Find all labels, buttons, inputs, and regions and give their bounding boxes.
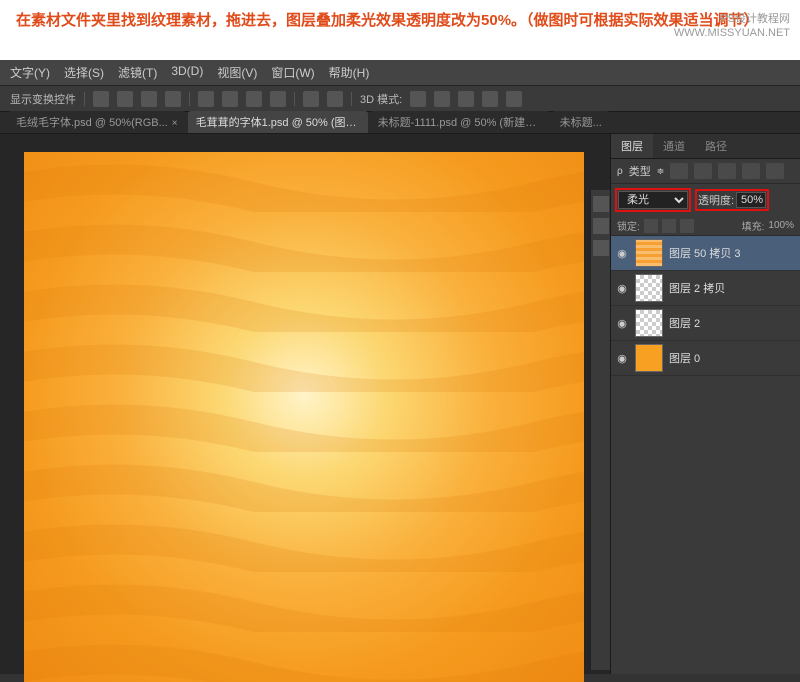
- align-icon[interactable]: [117, 91, 133, 107]
- menu-window[interactable]: 窗口(W): [271, 64, 314, 81]
- menu-3d[interactable]: 3D(D): [171, 64, 203, 81]
- menu-select[interactable]: 选择(S): [64, 64, 104, 81]
- kind-label: 类型: [629, 163, 651, 179]
- distribute-icon[interactable]: [198, 91, 214, 107]
- layer-name[interactable]: 图层 50 拷贝 3: [669, 245, 741, 261]
- collapsed-panel-icon[interactable]: [593, 240, 609, 256]
- tab-channels[interactable]: 通道: [653, 134, 695, 158]
- 3d-icon[interactable]: [482, 91, 498, 107]
- options-bar: 显示变换控件 3D 模式:: [0, 86, 800, 112]
- opacity-highlight: 透明度:: [695, 189, 769, 211]
- collapsed-panel-icon[interactable]: [593, 196, 609, 212]
- distribute-icon[interactable]: [246, 91, 262, 107]
- separator: [189, 92, 190, 106]
- layer-name[interactable]: 图层 0: [669, 350, 700, 366]
- distribute-icon[interactable]: [270, 91, 286, 107]
- blend-mode-highlight: 柔光: [615, 188, 691, 212]
- filter-shape-icon[interactable]: [742, 163, 760, 179]
- 3d-icon[interactable]: [506, 91, 522, 107]
- document-tab[interactable]: 未标题...: [552, 111, 610, 133]
- layer-row[interactable]: ◉ 图层 50 拷贝 3: [611, 236, 800, 271]
- 3d-mode-label: 3D 模式:: [360, 91, 402, 107]
- distribute-icon[interactable]: [327, 91, 343, 107]
- document-tab-active[interactable]: 毛茸茸的字体1.psd @ 50% (图层 50 拷贝 3, RGB/8) *×: [188, 111, 368, 133]
- filter-smart-icon[interactable]: [766, 163, 784, 179]
- collapsed-panel-icon[interactable]: [593, 218, 609, 234]
- panel-tabs: 图层 通道 路径: [611, 134, 800, 159]
- menu-help[interactable]: 帮助(H): [329, 64, 370, 81]
- menu-bar: 文字(Y) 选择(S) 滤镜(T) 3D(D) 视图(V) 窗口(W) 帮助(H…: [0, 60, 800, 86]
- align-icon[interactable]: [141, 91, 157, 107]
- visibility-icon[interactable]: ◉: [615, 351, 629, 365]
- separator: [351, 92, 352, 106]
- layer-thumbnail[interactable]: [635, 239, 663, 267]
- canvas-area[interactable]: [0, 134, 610, 674]
- document-tabs: 毛绒毛字体.psd @ 50%(RGB...× 毛茸茸的字体1.psd @ 50…: [0, 112, 800, 134]
- distribute-icon[interactable]: [222, 91, 238, 107]
- opacity-input[interactable]: [736, 192, 766, 208]
- lock-pixels-icon[interactable]: [644, 219, 658, 233]
- document-tab[interactable]: 未标题-1111.psd @ 50% (新建一个方...×: [370, 111, 550, 133]
- document-tab[interactable]: 毛绒毛字体.psd @ 50%(RGB...×: [8, 111, 186, 133]
- watermark: PS设计教程网 WWW.MISSYUAN.NET: [674, 12, 790, 41]
- visibility-icon[interactable]: ◉: [615, 316, 629, 330]
- layer-thumbnail[interactable]: [635, 274, 663, 302]
- lock-all-icon[interactable]: [680, 219, 694, 233]
- wave-texture: [24, 152, 584, 682]
- layer-name[interactable]: 图层 2 拷贝: [669, 280, 725, 296]
- separator: [84, 92, 85, 106]
- collapsed-panel-strip: [590, 190, 610, 670]
- align-icon[interactable]: [93, 91, 109, 107]
- menu-view[interactable]: 视图(V): [217, 64, 257, 81]
- lock-position-icon[interactable]: [662, 219, 676, 233]
- photoshop-window: 文字(Y) 选择(S) 滤镜(T) 3D(D) 视图(V) 窗口(W) 帮助(H…: [0, 60, 800, 682]
- opacity-label: 透明度:: [698, 192, 734, 208]
- tab-paths[interactable]: 路径: [695, 134, 737, 158]
- 3d-icon[interactable]: [434, 91, 450, 107]
- layer-row[interactable]: ◉ 图层 2 拷贝: [611, 271, 800, 306]
- layers-panel: 图层 通道 路径 ρ 类型 ≑ 柔光: [610, 134, 800, 674]
- layer-thumbnail[interactable]: [635, 344, 663, 372]
- align-icon[interactable]: [165, 91, 181, 107]
- layer-thumbnail[interactable]: [635, 309, 663, 337]
- layer-row[interactable]: ◉ 图层 2: [611, 306, 800, 341]
- menu-text[interactable]: 文字(Y): [10, 64, 50, 81]
- tab-layers[interactable]: 图层: [611, 134, 653, 158]
- show-transform-controls[interactable]: 显示变换控件: [10, 91, 76, 107]
- filter-pixel-icon[interactable]: [670, 163, 688, 179]
- filter-type-icon[interactable]: [718, 163, 736, 179]
- layer-name[interactable]: 图层 2: [669, 315, 700, 331]
- canvas[interactable]: [24, 152, 584, 682]
- 3d-icon[interactable]: [410, 91, 426, 107]
- layer-row[interactable]: ◉ 图层 0: [611, 341, 800, 376]
- workspace: 图层 通道 路径 ρ 类型 ≑ 柔光: [0, 134, 800, 674]
- filter-adjust-icon[interactable]: [694, 163, 712, 179]
- layer-filter-row: ρ 类型 ≑: [611, 159, 800, 184]
- blend-mode-select[interactable]: 柔光: [618, 191, 688, 209]
- separator: [294, 92, 295, 106]
- visibility-icon[interactable]: ◉: [615, 281, 629, 295]
- menu-filter[interactable]: 滤镜(T): [118, 64, 157, 81]
- 3d-icon[interactable]: [458, 91, 474, 107]
- distribute-icon[interactable]: [303, 91, 319, 107]
- visibility-icon[interactable]: ◉: [615, 246, 629, 260]
- lock-row: 锁定: 填充: 100%: [611, 216, 800, 236]
- blend-opacity-row: 柔光 透明度:: [611, 184, 800, 216]
- close-icon[interactable]: ×: [172, 118, 178, 129]
